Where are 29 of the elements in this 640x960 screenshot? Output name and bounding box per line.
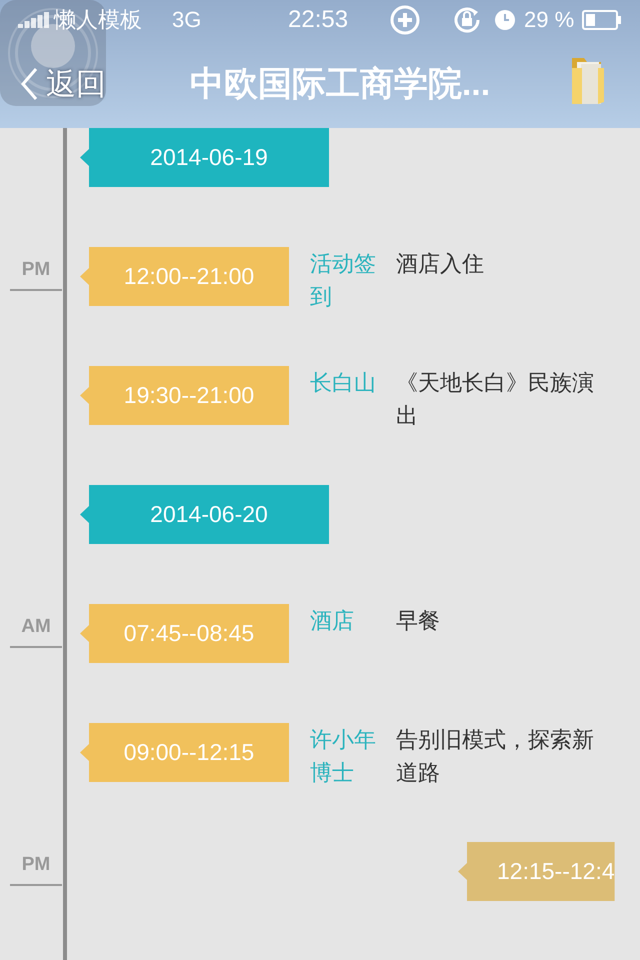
network-type: 3G bbox=[172, 7, 202, 33]
event-title: 酒店入住 bbox=[396, 250, 485, 278]
event-place: 酒店 bbox=[310, 607, 355, 635]
event-place: 活动签到 bbox=[310, 250, 377, 311]
period-label: PM bbox=[10, 854, 62, 886]
time-tag: 19:30--21:00 bbox=[80, 366, 289, 425]
event-title: 早餐 bbox=[396, 607, 441, 635]
period-label: PM bbox=[10, 259, 62, 291]
period-label: AM bbox=[10, 616, 62, 648]
event-title: 告别旧模式，探索新道路 bbox=[396, 726, 595, 787]
time-tag: 09:00--12:15 bbox=[80, 723, 289, 782]
time-tag: 12:15--12:4 bbox=[458, 842, 615, 901]
event-place: 长白山 bbox=[310, 369, 377, 397]
plus-circle-icon bbox=[390, 5, 420, 35]
event-place: 许小年博士 bbox=[310, 726, 377, 787]
carrier-name: 懒人模板 bbox=[54, 6, 143, 34]
time-tag: 07:45--08:45 bbox=[80, 604, 289, 663]
back-button[interactable]: 返回 bbox=[0, 64, 106, 104]
status-time: 22:53 bbox=[288, 6, 350, 34]
battery-icon bbox=[582, 10, 622, 30]
event-title: 《天地长白》民族演出 bbox=[396, 369, 595, 430]
chevron-left-icon bbox=[20, 67, 38, 101]
signal-icon bbox=[18, 12, 50, 28]
time-tag: 12:00--21:00 bbox=[80, 247, 289, 306]
battery-percent: 29 % bbox=[524, 7, 574, 33]
date-tag: 2014-06-20 bbox=[80, 485, 329, 544]
page-title: 中欧国际工商学院... bbox=[188, 64, 492, 105]
date-tag: 2014-06-19 bbox=[80, 128, 329, 187]
clock-icon bbox=[494, 9, 516, 31]
